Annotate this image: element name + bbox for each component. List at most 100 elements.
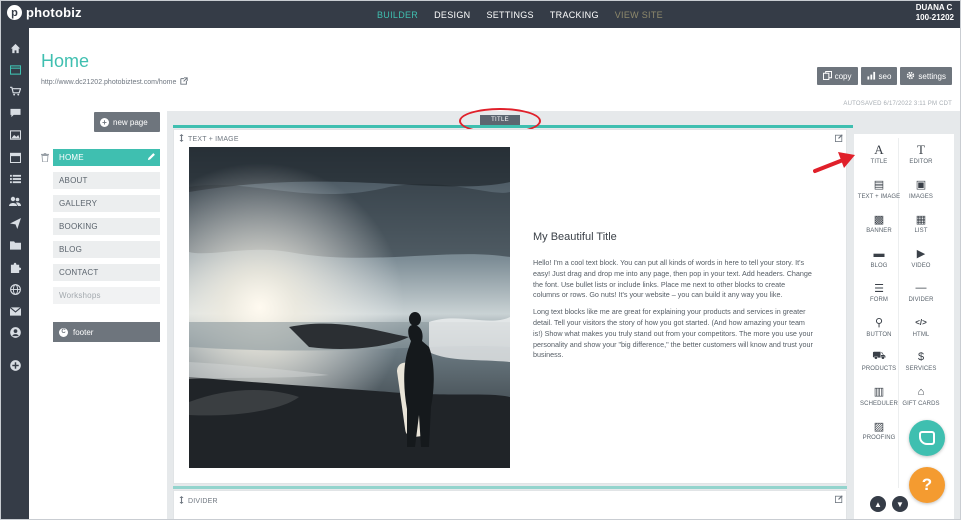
drag-handle-icon[interactable] [179,134,184,144]
settings-button[interactable]: settings [900,67,952,85]
page-url-text: http://www.dc21202.photobiztest.com/home [41,78,177,86]
gear-icon [906,71,915,82]
page-item-label: CONTACT [59,268,99,277]
palette-item-services[interactable]: $ SERVICES [899,347,943,381]
button-icon: ⚲ [874,317,884,329]
user-menu[interactable]: DUANA C 100-21202 [916,3,954,23]
block-body[interactable]: Hello! I'm a cool text block. You can pu… [533,258,813,367]
palette-item-label: LIST [914,228,928,234]
palette-item-label: BLOG [870,262,888,269]
page-item-workshops[interactable]: Workshops [53,287,160,304]
divider-label-text: DIVIDER [188,497,218,505]
palette-item-video[interactable]: ▶ VIDEO [899,244,943,278]
palette-item-gift-cards[interactable]: ⌂ GIFT CARDS [899,382,943,416]
page-list: HOME ABOUT GALLERY BOOKING BLOG CONTACT … [53,149,160,310]
chat-button[interactable] [909,420,945,456]
image-icon[interactable] [8,128,22,142]
copy-button[interactable]: copy [816,67,858,85]
autosave-status: AUTOSAVED 6/17/2022 3:11 PM CDT [843,101,952,107]
external-link-icon[interactable] [180,77,189,87]
comment-icon[interactable] [8,106,22,120]
send-icon[interactable] [8,216,22,230]
chart-icon [866,71,876,82]
scroll-down-button[interactable]: ▼ [892,496,908,512]
palette-item-form[interactable]: ☰ FORM [857,278,901,312]
header-actions: copy seo settings [816,67,952,85]
editor-icon: T [917,142,925,157]
add-circle-icon[interactable] [8,358,22,372]
nav-tracking[interactable]: TRACKING [542,10,607,20]
palette-item-button[interactable]: ⚲ BUTTON [857,313,901,347]
folder-icon[interactable] [8,238,22,252]
palette-item-editor[interactable]: T EDITOR [899,140,943,174]
palette-item-proofing[interactable]: ▨ PROOFING [857,416,901,450]
seo-button[interactable]: seo [860,67,898,85]
page-item-booking[interactable]: BOOKING [53,218,160,235]
products-icon: ⛟ [872,350,886,362]
logo[interactable]: p photobiz [7,5,82,20]
palette-item-banner[interactable]: ▩ BANNER [857,209,901,243]
list-icon: ▦ [915,213,927,226]
palette-item-divider[interactable]: — DIVIDER [899,278,943,312]
page-item-contact[interactable]: CONTACT [53,264,160,281]
copy-label: copy [834,71,852,81]
window-icon[interactable] [8,63,22,77]
title-icon: A [874,142,884,157]
edit-block-icon[interactable] [835,134,843,144]
globe-icon[interactable] [8,282,22,296]
nav-settings[interactable]: SETTINGS [478,10,541,20]
palette-item-title[interactable]: A TITLE [857,140,901,174]
home-icon[interactable] [8,41,22,55]
page-title: Home [41,51,90,71]
trash-icon[interactable] [41,153,49,164]
page-item-label: BLOG [59,245,83,254]
cart-icon[interactable] [8,84,22,98]
palette-item-label: HTML [912,331,930,338]
palette-item-html[interactable]: </> HTML [899,313,943,347]
page-item-label: BOOKING [59,222,98,231]
block-heading[interactable]: My Beautiful Title [533,231,617,243]
palette-item-blog[interactable]: ▬ BLOG [857,244,901,278]
mail-icon[interactable] [8,304,22,318]
scheduler-icon: ▥ [873,386,885,398]
gift-cards-icon: ⌂ [917,385,925,398]
page-item-about[interactable]: ABOUT [53,172,160,189]
calendar-icon[interactable] [8,150,22,164]
nav-builder[interactable]: BUILDER [369,10,426,20]
palette-item-products[interactable]: ⛟ PRODUCTS [857,347,901,381]
page-item-label: HOME [59,153,84,162]
divider-block-label[interactable]: DIVIDER [179,496,218,506]
page-item-blog[interactable]: BLOG [53,241,160,258]
palette-item-text-image[interactable]: ▤ TEXT + IMAGE [857,175,901,209]
html-icon: </> [915,318,927,327]
palette-item-scheduler[interactable]: ▥ SCHEDULER [857,382,901,416]
users-icon[interactable] [8,194,22,208]
nav-design[interactable]: DESIGN [426,10,478,20]
help-button[interactable]: ? [909,467,945,503]
list-icon[interactable] [8,172,22,186]
top-bar: p photobiz BUILDER DESIGN SETTINGS TRACK… [1,1,960,28]
main-nav: BUILDER DESIGN SETTINGS TRACKING VIEW SI… [369,1,671,28]
page-item-home[interactable]: HOME [53,149,160,166]
footer-item[interactable]: C footer [53,322,160,342]
edit-block-icon[interactable] [835,495,843,505]
palette-item-label: PRODUCTS [861,366,897,372]
page-url[interactable]: http://www.dc21202.photobiztest.com/home [41,77,189,87]
palette-item-images[interactable]: ▣ IMAGES [899,175,943,209]
divider-block[interactable] [173,490,847,519]
pencil-icon[interactable] [147,152,156,163]
account-icon[interactable] [8,325,22,339]
form-icon: ☰ [874,282,884,295]
nav-view-site[interactable]: VIEW SITE [607,10,671,20]
new-page-button[interactable]: + new page [94,112,160,132]
beach-surfer-photo[interactable] [189,147,510,468]
drag-handle-icon[interactable] [179,496,184,506]
palette-item-label: VIDEO [911,262,931,269]
puzzle-icon[interactable] [8,260,22,274]
block-label[interactable]: TEXT + IMAGE [179,134,239,144]
palette-item-label: SERVICES [905,366,937,372]
user-name: DUANA C [915,3,953,12]
palette-item-list[interactable]: ▦ LIST [899,209,943,243]
scroll-up-button[interactable]: ▲ [870,496,886,512]
page-item-gallery[interactable]: GALLERY [53,195,160,212]
